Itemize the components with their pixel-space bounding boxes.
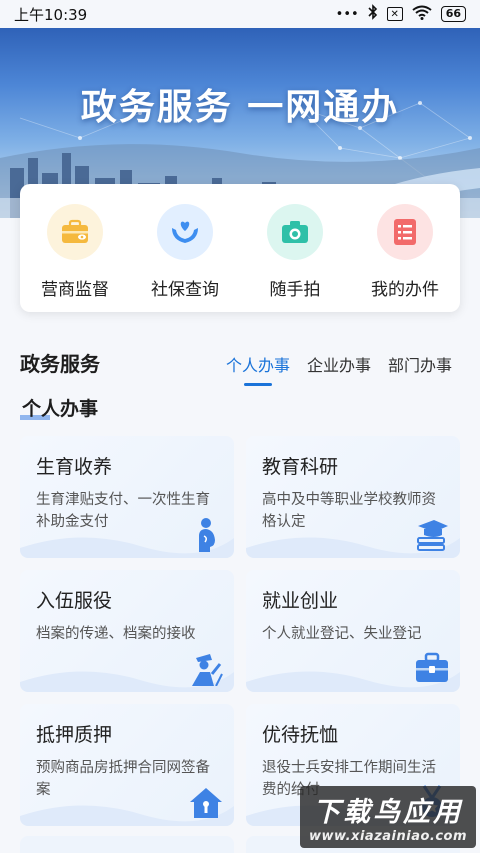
service-grid: 生育收养 生育津贴支付、一次性生育补助金支付 教育科研 高中及中等职业学校教师资…: [20, 436, 460, 826]
watermark-url: www.xiazainiao.com: [308, 829, 468, 844]
service-card-name: 就业创业: [262, 590, 339, 612]
battery-icon: 66: [440, 6, 466, 22]
service-tabs: 个人办事 企业办事 部门办事: [226, 352, 452, 386]
service-card-mortgage-pledge[interactable]: 抵押质押 预购商品房抵押合同网签备案: [20, 704, 234, 826]
quick-action-label: 社保查询: [151, 280, 219, 300]
quick-action-my-cases[interactable]: 我的办件: [355, 204, 455, 312]
briefcase-icon: [416, 652, 448, 682]
tab-personal[interactable]: 个人办事: [226, 352, 290, 386]
section-title: 政务服务: [20, 352, 100, 376]
status-time: 上午10:39: [14, 5, 88, 24]
service-card-partial[interactable]: [20, 836, 234, 853]
hero-title: 政务服务 一网通办: [80, 87, 400, 128]
quick-action-social-security[interactable]: 社保查询: [135, 204, 235, 312]
house-icon: [190, 788, 222, 818]
quick-action-snapshot[interactable]: 随手拍: [245, 204, 345, 312]
tab-enterprise[interactable]: 企业办事: [307, 352, 371, 382]
hands-heart-icon: [157, 204, 213, 260]
service-card-name: 优待抚恤: [262, 724, 339, 746]
quick-action-label: 我的办件: [371, 280, 439, 300]
watermark-logo: 下载鸟应用 www.xiazainiao.com: [300, 786, 476, 848]
camera-icon: [267, 204, 323, 260]
service-card-birth-adoption[interactable]: 生育收养 生育津贴支付、一次性生育补助金支付: [20, 436, 234, 558]
service-card-name: 教育科研: [262, 456, 339, 478]
graduation-cap-books-icon: [417, 520, 448, 551]
service-card-employment[interactable]: 就业创业 个人就业登记、失业登记: [246, 570, 460, 692]
wifi-icon: [412, 5, 432, 24]
service-card-desc: 个人就业登记、失业登记: [262, 626, 422, 642]
more-dots-icon: •••: [335, 6, 359, 22]
quick-actions-card: 营商监督 社保查询 随手拍 我的办件: [20, 184, 460, 312]
sim-off-icon: ✕: [386, 7, 403, 21]
service-card-education-research[interactable]: 教育科研 高中及中等职业学校教师资格认定: [246, 436, 460, 558]
sub-section-title: 个人办事: [19, 394, 98, 421]
status-icons: ••• ✕ 66: [336, 4, 466, 24]
service-card-name: 生育收养: [36, 456, 113, 478]
quick-action-label: 营商监督: [41, 280, 109, 300]
status-bar: 上午10:39 ••• ✕ 66: [0, 0, 480, 28]
document-list-icon: [377, 204, 433, 260]
bluetooth-icon: [368, 4, 378, 24]
watermark-main-text: 下载鸟应用: [313, 797, 463, 828]
service-card-desc: 档案的传递、档案的接收: [36, 626, 196, 642]
tab-department[interactable]: 部门办事: [388, 352, 452, 382]
quick-action-label: 随手拍: [269, 280, 321, 300]
briefcase-eye-icon: [47, 204, 103, 260]
service-card-military-service[interactable]: 入伍服役 档案的传递、档案的接收: [20, 570, 234, 692]
pregnant-person-icon: [199, 518, 215, 552]
quick-action-business-supervision[interactable]: 营商监督: [25, 204, 125, 312]
service-card-name: 抵押质押: [36, 724, 113, 746]
service-card-name: 入伍服役: [36, 590, 113, 612]
soldier-salute-icon: [192, 654, 223, 686]
